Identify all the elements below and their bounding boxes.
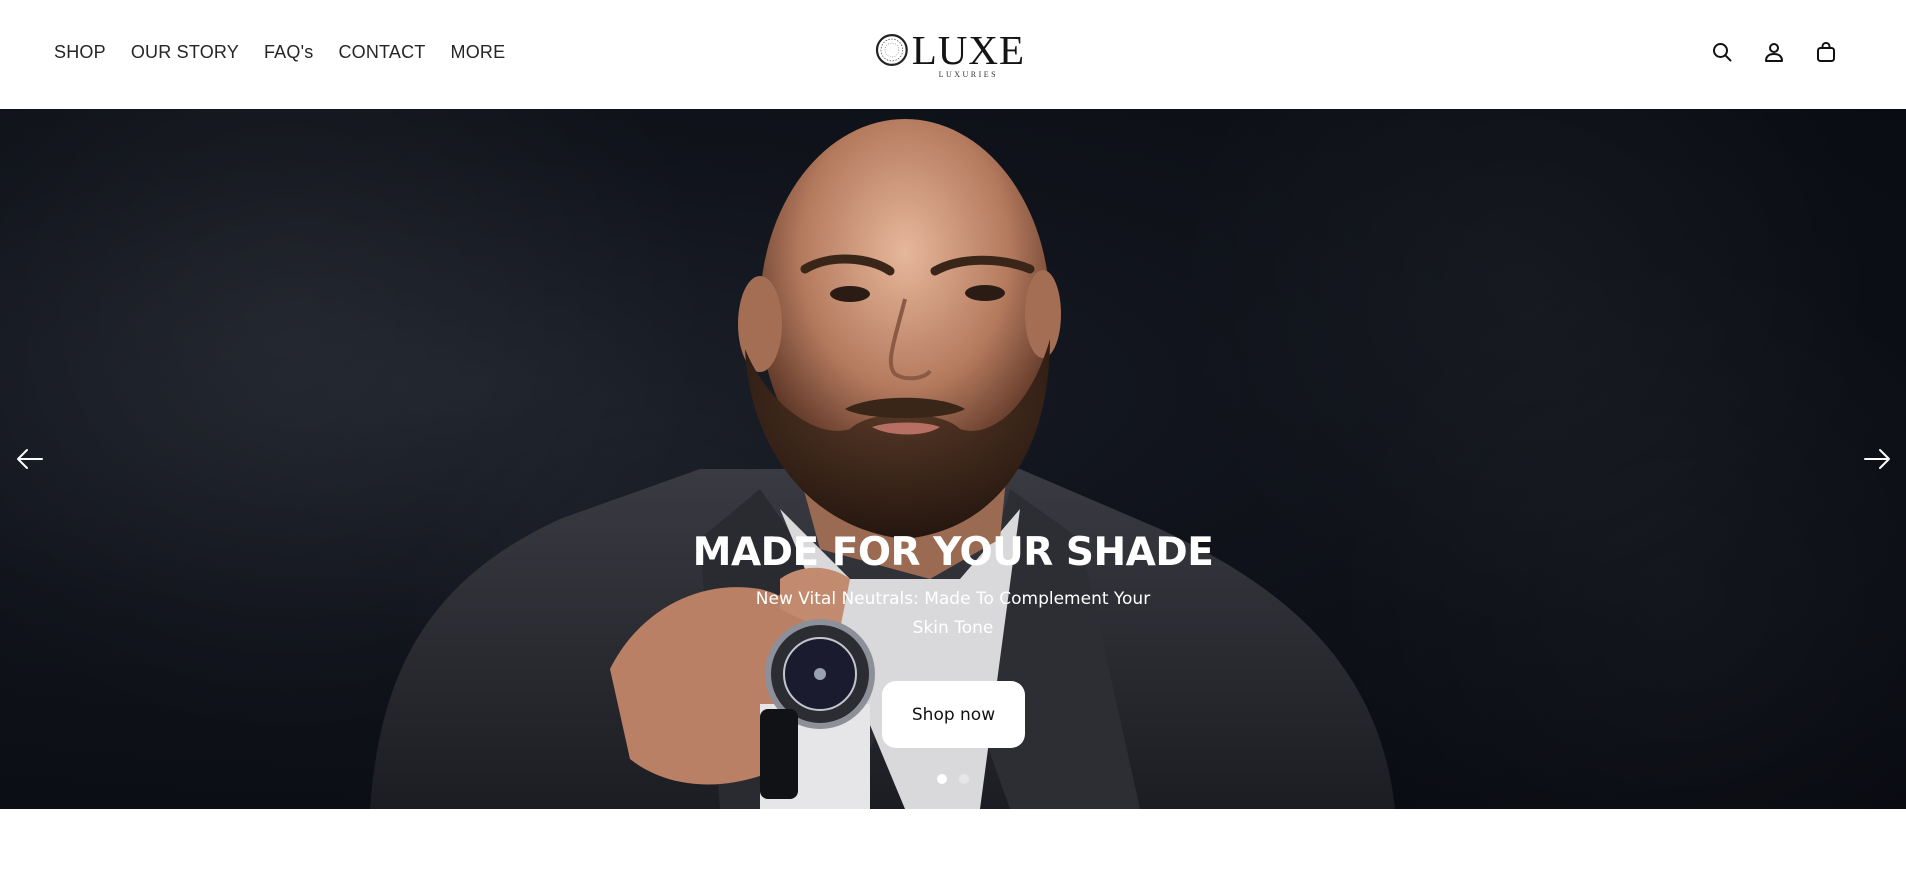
carousel-dot-1[interactable] [937,774,947,784]
cart-icon[interactable] [1814,40,1838,64]
logo-wordmark: LUXE [911,27,1025,73]
main-nav: SHOP OUR STORY FAQ's CONTACT MORE [54,42,505,63]
hero-text-block: MADE FOR YOUR SHADE New Vital Neutrals: … [0,529,1906,643]
account-icon[interactable] [1762,40,1786,64]
nav-faqs[interactable]: FAQ's [264,42,313,63]
logo-tagline: LUXURIES [938,70,999,79]
nav-more[interactable]: MORE [451,42,506,63]
content-below-hero [0,809,1906,880]
arrow-left-icon[interactable] [15,444,45,474]
nav-shop[interactable]: SHOP [54,42,106,63]
arrow-right-icon[interactable] [1862,444,1892,474]
carousel-dots [0,774,1906,784]
hero-title: MADE FOR YOUR SHADE [692,530,1214,575]
hero-carousel: MADE FOR YOUR SHADE New Vital Neutrals: … [0,109,1906,809]
header-actions [1710,40,1838,64]
shop-now-button[interactable]: Shop now [882,681,1025,748]
logo-emblem-icon [875,34,908,66]
search-icon[interactable] [1710,40,1734,64]
site-header: SHOP OUR STORY FAQ's CONTACT MORE LUXE L… [0,0,1906,109]
nav-our-story[interactable]: OUR STORY [131,42,239,63]
brand-logo[interactable]: LUXE LUXURIES [875,30,1025,82]
carousel-dot-2[interactable] [959,774,969,784]
hero-subtitle: New Vital Neutrals: Made To Complement Y… [755,589,1151,638]
nav-contact[interactable]: CONTACT [338,42,425,63]
